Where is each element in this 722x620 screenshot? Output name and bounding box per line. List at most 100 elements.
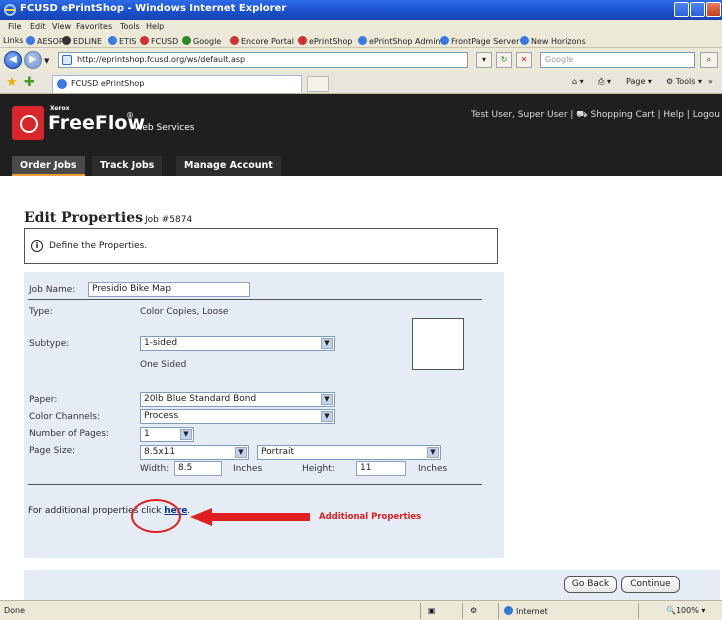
link-edline[interactable]: EDLINE xyxy=(62,36,102,46)
browser-tab[interactable]: FCUSD ePrintShop xyxy=(52,75,302,93)
menu-favorites[interactable]: Favorites xyxy=(76,22,112,31)
info-text: Define the Properties. xyxy=(49,241,148,251)
page-content: Edit Properties Job #5874 i Define the Pr… xyxy=(0,176,722,600)
chevron-down-icon: ▼ xyxy=(321,394,333,405)
status-text: Done xyxy=(4,606,26,615)
google-icon xyxy=(182,36,191,45)
job-name-label: Job Name: xyxy=(29,285,76,295)
page-icon xyxy=(26,36,35,45)
stop-icon[interactable]: ✕ xyxy=(516,52,532,68)
help-link[interactable]: Help xyxy=(663,110,684,120)
page-title: Edit Properties Job #5874 xyxy=(24,210,193,226)
link-eprintshop-admin[interactable]: ePrintShop Admin xyxy=(358,36,440,46)
brand-reg: ® xyxy=(126,111,134,120)
menu-tools[interactable]: Tools xyxy=(120,22,140,31)
page-menu[interactable]: Page ▾ xyxy=(626,77,652,86)
links-bar: Links AESOP EDLINE ETIS FCUSD Google Enc… xyxy=(0,34,722,48)
forward-icon[interactable]: ▶ xyxy=(24,51,42,69)
back-icon[interactable]: ◀ xyxy=(4,51,22,69)
pages-label: Number of Pages: xyxy=(29,429,110,439)
info-icon: i xyxy=(31,240,43,252)
security-icon[interactable]: ⚙ xyxy=(470,606,477,615)
tab-order-jobs[interactable]: Order Jobs xyxy=(12,156,85,176)
orientation-select[interactable]: Portrait ▼ xyxy=(257,445,441,460)
link-eprintshop[interactable]: ePrintShop xyxy=(298,36,352,46)
menu-help[interactable]: Help xyxy=(146,22,164,31)
menu-view[interactable]: View xyxy=(52,22,71,31)
link-google[interactable]: Google xyxy=(182,36,221,46)
menu-file[interactable]: File xyxy=(8,22,21,31)
page-icon xyxy=(440,36,449,45)
link-encore-portal[interactable]: Encore Portal xyxy=(230,36,294,46)
chevron-down-icon: ▼ xyxy=(235,447,247,458)
height-label: Height: xyxy=(302,464,335,474)
button-bar: Go Back Continue xyxy=(24,570,720,600)
width-field[interactable]: 8.5 xyxy=(174,461,222,476)
maximize-button[interactable] xyxy=(690,2,705,17)
paper-select[interactable]: 20lb Blue Standard Bond ▼ xyxy=(140,392,335,407)
page-icon xyxy=(520,36,529,45)
search-input[interactable]: Google xyxy=(540,52,695,68)
home-icon[interactable]: ⌂ ▾ xyxy=(572,77,584,86)
globe-icon xyxy=(140,36,149,45)
history-dropdown-icon[interactable]: ▼ xyxy=(44,57,49,65)
subtype-label: Subtype: xyxy=(29,339,70,349)
help-icon[interactable]: » xyxy=(708,77,713,86)
link-aesop[interactable]: AESOP xyxy=(26,36,64,46)
edline-icon xyxy=(62,36,71,45)
globe-icon xyxy=(504,606,513,615)
divider xyxy=(498,603,499,619)
address-dropdown-icon[interactable]: ▾ xyxy=(476,52,492,68)
tab-track-jobs[interactable]: Track Jobs xyxy=(92,156,163,176)
privacy-icon[interactable]: ▣ xyxy=(428,606,436,615)
chevron-down-icon: ▼ xyxy=(180,429,192,440)
page-size-label: Page Size: xyxy=(29,446,76,456)
favorites-star-icon[interactable]: ★ xyxy=(6,75,18,90)
link-frontpage-server[interactable]: FrontPage Server xyxy=(440,36,519,46)
address-field[interactable]: http://eprintshop.fcusd.org/ws/default.a… xyxy=(58,52,468,68)
search-icon[interactable]: ⌕ xyxy=(700,52,718,68)
type-value: Color Copies, Loose xyxy=(140,307,229,317)
add-favorites-icon[interactable]: ✚ xyxy=(24,75,35,90)
print-icon[interactable]: ⎙ ▾ xyxy=(598,77,611,87)
width-label: Width: xyxy=(140,464,170,474)
user-name: Test User, Super User xyxy=(470,110,568,120)
shopping-cart-link[interactable]: Shopping Cart xyxy=(590,110,654,120)
cart-icon: ⛟ xyxy=(576,110,588,120)
tab-manage-account[interactable]: Manage Account xyxy=(176,156,281,176)
page-icon xyxy=(62,55,72,65)
globe-icon xyxy=(298,36,307,45)
page-icon xyxy=(108,36,117,45)
divider xyxy=(420,603,421,619)
window-title: FCUSD ePrintShop - Windows Internet Expl… xyxy=(20,3,287,14)
logout-link[interactable]: Logou xyxy=(693,110,720,120)
chevron-down-icon: ▼ xyxy=(321,338,333,349)
continue-button[interactable]: Continue xyxy=(621,576,680,593)
height-field[interactable]: 11 xyxy=(356,461,406,476)
divider xyxy=(28,484,482,485)
zoom-control[interactable]: 🔍100% ▾ xyxy=(666,606,705,615)
tools-menu[interactable]: ⚙ Tools ▾ xyxy=(666,77,702,86)
minimize-button[interactable] xyxy=(674,2,689,17)
link-fcusd[interactable]: FCUSD xyxy=(140,36,178,46)
page-size-select[interactable]: 8.5x11 ▼ xyxy=(140,445,249,460)
new-tab-button[interactable] xyxy=(307,76,329,92)
close-button[interactable] xyxy=(706,2,721,17)
paper-label: Paper: xyxy=(29,395,58,405)
divider xyxy=(638,603,639,619)
refresh-icon[interactable]: ↻ xyxy=(496,52,512,68)
link-etis[interactable]: ETIS xyxy=(108,36,136,46)
window-title-bar: FCUSD ePrintShop - Windows Internet Expl… xyxy=(0,0,722,20)
width-units: Inches xyxy=(233,464,263,474)
go-back-button[interactable]: Go Back xyxy=(564,576,617,593)
color-channels-select[interactable]: Process ▼ xyxy=(140,409,335,424)
divider xyxy=(28,299,482,300)
pages-select[interactable]: 1 ▼ xyxy=(140,427,194,442)
subtype-select[interactable]: 1-sided ▼ xyxy=(140,336,335,351)
annotation-arrow-icon xyxy=(190,508,310,526)
menu-edit[interactable]: Edit xyxy=(30,22,46,31)
link-new-horizons[interactable]: New Horizons xyxy=(520,36,586,46)
brand-small: Xerox xyxy=(50,105,70,112)
job-name-field[interactable]: Presidio Bike Map xyxy=(88,282,250,297)
address-toolbar: ◀ ▶ ▼ http://eprintshop.fcusd.org/ws/def… xyxy=(0,48,722,72)
